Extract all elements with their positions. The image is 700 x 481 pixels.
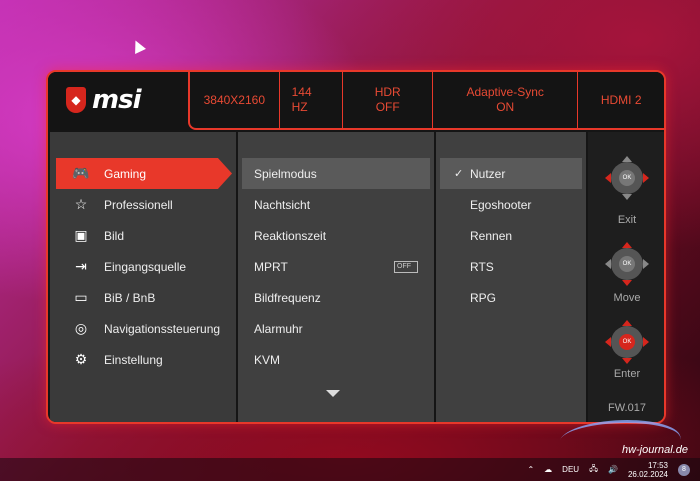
move-label: Move	[613, 292, 641, 304]
sub-item-kvm[interactable]: KVM	[242, 344, 430, 375]
input-source-icon: ⇥	[75, 258, 87, 274]
exit-label: Exit	[617, 214, 637, 226]
sub-menu-panel: Spielmodus Nachtsicht Reaktionszeit MPRT…	[238, 132, 434, 422]
input-status: HDMI 2	[600, 92, 642, 107]
logo-text: msi	[92, 85, 141, 115]
navigation-icon: ◎	[74, 320, 88, 336]
option-rts[interactable]: RTS	[440, 251, 582, 282]
volume-icon[interactable]: 🔊	[608, 465, 618, 474]
system-tray: ⌃ ☁ DEU 🖧 🔊 17:53 26.02.2024 8	[527, 458, 690, 481]
msi-dragon-shield-icon: ◆	[66, 87, 86, 113]
status-bar: 3840X2160 144 HZ HDR OFF Adaptive-Sync O…	[188, 72, 664, 130]
gamepad-icon: 🎮	[72, 165, 90, 181]
star-icon: ☆	[74, 196, 88, 212]
menu-item-einstellung[interactable]: ⚙ Einstellung	[56, 344, 232, 375]
clock[interactable]: 17:53 26.02.2024	[628, 461, 668, 479]
pip-icon: ▭	[74, 289, 88, 305]
menu-item-bib-bnb[interactable]: ▭ BiB / BnB	[56, 282, 232, 313]
enter-joystick-icon: OK	[605, 320, 649, 364]
refresh-rate-status: 144 HZ	[280, 72, 344, 128]
gear-icon: ⚙	[74, 351, 88, 367]
firmware-version: FW.017	[608, 402, 646, 414]
control-guide-panel: OK Exit OK Move OK Enter FW.017	[588, 132, 664, 422]
option-egoshooter[interactable]: Egoshooter	[440, 189, 582, 220]
language-indicator[interactable]: DEU	[562, 465, 579, 474]
options-panel: ✓ Nutzer Egoshooter Rennen RTS RPG	[436, 132, 586, 422]
game-mode-options: ✓ Nutzer Egoshooter Rennen RTS RPG	[440, 158, 582, 313]
watermark-text: hw-journal.de	[621, 444, 688, 456]
menu-item-bild[interactable]: ▣ Bild	[56, 220, 232, 251]
menu-item-gaming[interactable]: 🎮 Gaming	[56, 158, 232, 189]
windows-taskbar: ⌃ ☁ DEU 🖧 🔊 17:53 26.02.2024 8	[0, 458, 700, 481]
hdr-status: HDR OFF	[343, 72, 434, 128]
option-rpg[interactable]: RPG	[440, 282, 582, 313]
adaptive-sync-status: Adaptive-Sync ON	[433, 72, 579, 128]
checkmark-icon: ✓	[454, 168, 464, 180]
option-nutzer[interactable]: ✓ Nutzer	[440, 158, 582, 189]
main-menu-panel: 🎮 Gaming ☆ Professionell ▣ Bild ⇥ Eingan…	[50, 132, 236, 422]
image-icon: ▣	[74, 227, 88, 243]
sub-item-mprt[interactable]: MPRT OFF	[242, 251, 430, 282]
sub-item-nachtsicht[interactable]: Nachtsicht	[242, 189, 430, 220]
main-menu: 🎮 Gaming ☆ Professionell ▣ Bild ⇥ Eingan…	[56, 158, 232, 375]
sub-item-bildfrequenz[interactable]: Bildfrequenz	[242, 282, 430, 313]
enter-label: Enter	[613, 368, 641, 380]
mouse-cursor-icon	[130, 38, 146, 54]
notification-badge[interactable]: 8	[678, 463, 690, 476]
sub-item-reaktionszeit[interactable]: Reaktionszeit	[242, 220, 430, 251]
mprt-toggle[interactable]: OFF	[394, 260, 418, 273]
chevron-up-icon[interactable]: ⌃	[527, 465, 534, 474]
scroll-down-arrow-icon[interactable]	[326, 390, 340, 397]
exit-joystick-icon: OK	[605, 156, 649, 200]
menu-item-navigationssteuerung[interactable]: ◎ Navigationssteuerung	[56, 313, 232, 344]
sub-item-spielmodus[interactable]: Spielmodus	[242, 158, 430, 189]
cloud-icon[interactable]: ☁	[544, 465, 552, 474]
sub-item-alarmuhr[interactable]: Alarmuhr	[242, 313, 430, 344]
sub-menu: Spielmodus Nachtsicht Reaktionszeit MPRT…	[242, 158, 430, 375]
option-rennen[interactable]: Rennen	[440, 220, 582, 251]
menu-item-eingangsquelle[interactable]: ⇥ Eingangsquelle	[56, 251, 232, 282]
msi-logo: ◆ msi	[66, 82, 186, 118]
monitor-osd-menu: ◆ msi 3840X2160 144 HZ HDR OFF Adaptive-…	[46, 70, 666, 424]
menu-item-professionell[interactable]: ☆ Professionell	[56, 189, 232, 220]
osd-header: ◆ msi 3840X2160 144 HZ HDR OFF Adaptive-…	[48, 72, 664, 130]
move-joystick-icon: OK	[605, 242, 649, 286]
network-icon[interactable]: 🖧	[589, 463, 598, 477]
resolution-status: 3840X2160	[190, 72, 280, 128]
